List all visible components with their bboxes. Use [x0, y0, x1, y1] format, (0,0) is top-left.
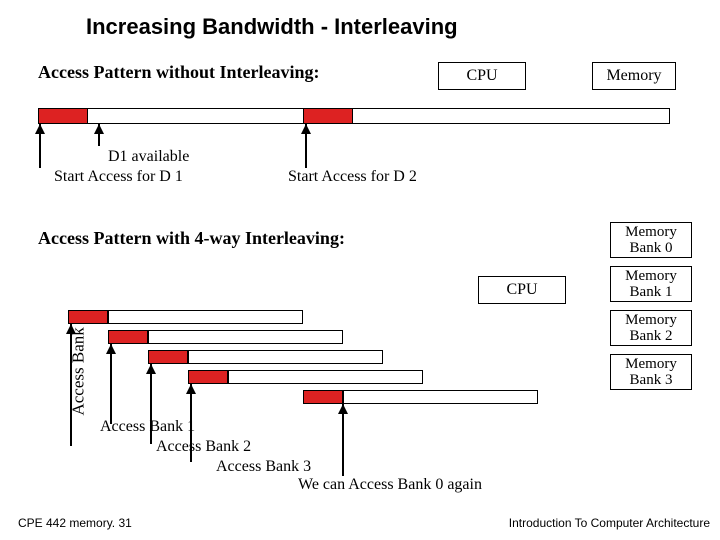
bank3-latency: [228, 370, 423, 384]
memory-box: Memory: [592, 62, 676, 90]
timeline1-d1-issue: [38, 108, 88, 124]
access-bank3-label: Access Bank 3: [216, 458, 311, 476]
cpu-box-1: CPU: [438, 62, 526, 90]
arrow-stem: [70, 324, 72, 404]
bank0-label: Memory Bank 0: [625, 225, 677, 257]
section2-heading: Access Pattern with 4-way Interleaving:: [38, 228, 345, 249]
start-d1-label: Start Access for D 1: [54, 168, 183, 186]
bank0-again-issue: [303, 390, 343, 404]
bank0-latency: [108, 310, 303, 324]
footer-right: Introduction To Computer Architecture: [509, 516, 710, 530]
memory-bank2-box: Memory Bank 2: [610, 310, 692, 346]
bank3-issue: [188, 370, 228, 384]
arrow-up-icon: [35, 124, 45, 134]
timeline1-track: [38, 108, 670, 124]
cpu-box-2: CPU: [478, 276, 566, 304]
bank0-issue: [68, 310, 108, 324]
arrow-up-icon: [301, 124, 311, 134]
bank1-label: Memory Bank 1: [625, 269, 677, 301]
bank1-latency: [148, 330, 343, 344]
arrow-up-icon: [106, 344, 116, 354]
bank1-issue: [108, 330, 148, 344]
access-bank1-label: Access Bank 1: [100, 418, 195, 436]
d1-available-label: D1 available: [108, 148, 189, 166]
memory-bank3-box: Memory Bank 3: [610, 354, 692, 390]
arrow-up-icon: [146, 364, 156, 374]
arrow-stem: [70, 404, 72, 446]
bank2-issue: [148, 350, 188, 364]
access-bank2-label: Access Bank 2: [156, 438, 251, 456]
memory-bank1-box: Memory Bank 1: [610, 266, 692, 302]
bank2-latency: [188, 350, 383, 364]
arrow-stem: [110, 344, 112, 424]
section1-heading: Access Pattern without Interleaving:: [38, 62, 319, 83]
start-d2-label: Start Access for D 2: [288, 168, 417, 186]
arrow-up-icon: [94, 124, 104, 134]
memory-bank0-box: Memory Bank 0: [610, 222, 692, 258]
footer-left: CPE 442 memory. 31: [18, 516, 132, 530]
arrow-stem: [342, 404, 344, 476]
bank2-label: Memory Bank 2: [625, 313, 677, 345]
timeline1-d2-issue: [303, 108, 353, 124]
bank0-again-latency: [343, 390, 538, 404]
access-bank0-again-label: We can Access Bank 0 again: [298, 476, 482, 494]
arrow-up-icon: [186, 384, 196, 394]
bank3-label: Memory Bank 3: [625, 357, 677, 389]
arrow-up-icon: [338, 404, 348, 414]
page-title: Increasing Bandwidth - Interleaving: [86, 14, 458, 40]
